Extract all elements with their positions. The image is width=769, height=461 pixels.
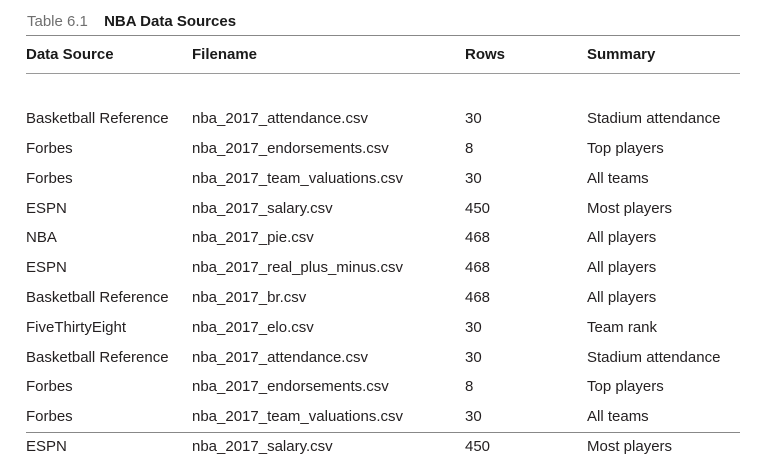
cell-filename: nba_2017_pie.csv [192, 229, 314, 247]
data-sources-table: Data Source Filename Rows Summary Basket… [26, 46, 740, 461]
table-row: Forbes nba_2017_endorsements.csv 8 Top p… [26, 372, 740, 402]
cell-filename: nba_2017_salary.csv [192, 199, 333, 217]
cell-rows: 450 [465, 199, 491, 217]
table-row: Forbes nba_2017_team_valuations.csv 30 A… [26, 163, 740, 193]
cell-summary: Stadium attendance [587, 110, 721, 128]
top-rule [26, 35, 740, 36]
cell-rows: 30 [465, 169, 482, 187]
cell-rows: 8 [465, 378, 474, 396]
cell-filename: nba_2017_salary.csv [192, 437, 333, 455]
cell-filename: nba_2017_attendance.csv [192, 348, 368, 366]
header-data-source: Data Source [26, 46, 114, 63]
table-row: FiveThirtyEight nba_2017_elo.csv 30 Team… [26, 312, 740, 342]
cell-rows: 30 [465, 318, 482, 336]
cell-data-source: ESPN [26, 199, 67, 217]
cell-data-source: Basketball Reference [26, 110, 169, 128]
table-row: NBA nba_2017_pie.csv 468 All players [26, 223, 740, 253]
table-row: ESPN nba_2017_salary.csv 450 Most player… [26, 432, 740, 461]
cell-filename: nba_2017_team_valuations.csv [192, 408, 403, 426]
header-row: Data Source Filename Rows Summary [26, 46, 740, 74]
cell-rows: 30 [465, 408, 482, 426]
cell-summary: Top players [587, 139, 664, 157]
cell-rows: 468 [465, 288, 491, 306]
table-row: Basketball Reference nba_2017_br.csv 468… [26, 283, 740, 313]
cell-data-source: ESPN [26, 437, 67, 455]
cell-data-source: Forbes [26, 139, 73, 157]
header-summary: Summary [587, 46, 656, 63]
table-row: Basketball Reference nba_2017_attendance… [26, 104, 740, 134]
cell-data-source: NBA [26, 229, 57, 247]
cell-summary: Most players [587, 437, 673, 455]
header-filename: Filename [192, 46, 258, 63]
cell-summary: Most players [587, 199, 673, 217]
table-title: NBA Data Sources [104, 13, 237, 30]
cell-summary: All players [587, 288, 657, 306]
table-number: Table 6.1 [27, 13, 88, 30]
header-rows: Rows [465, 46, 506, 63]
cell-filename: nba_2017_team_valuations.csv [192, 169, 403, 187]
table-row: Basketball Reference nba_2017_attendance… [26, 342, 740, 372]
table-row: Forbes nba_2017_endorsements.csv 8 Top p… [26, 134, 740, 164]
cell-summary: Stadium attendance [587, 348, 721, 366]
table-row: Forbes nba_2017_team_valuations.csv 30 A… [26, 402, 740, 432]
cell-summary: All teams [587, 408, 649, 426]
cell-rows: 450 [465, 437, 491, 455]
cell-data-source: Forbes [26, 169, 73, 187]
cell-filename: nba_2017_endorsements.csv [192, 378, 389, 396]
header-spacer [26, 74, 740, 104]
table-figure: Table 6.1 NBA Data Sources Data Source F… [0, 0, 769, 455]
cell-summary: All teams [587, 169, 649, 187]
cell-data-source: FiveThirtyEight [26, 318, 127, 336]
cell-summary: Team rank [587, 318, 658, 336]
cell-data-source: ESPN [26, 259, 67, 277]
cell-data-source: Forbes [26, 408, 73, 426]
cell-data-source: Basketball Reference [26, 288, 169, 306]
cell-rows: 468 [465, 229, 491, 247]
cell-filename: nba_2017_real_plus_minus.csv [192, 259, 403, 277]
cell-filename: nba_2017_br.csv [192, 288, 307, 306]
cell-data-source: Basketball Reference [26, 348, 169, 366]
cell-filename: nba_2017_attendance.csv [192, 110, 368, 128]
cell-summary: Top players [587, 378, 664, 396]
cell-summary: All players [587, 259, 657, 277]
cell-filename: nba_2017_endorsements.csv [192, 139, 389, 157]
cell-rows: 468 [465, 259, 491, 277]
cell-rows: 8 [465, 139, 474, 157]
table-row: ESPN nba_2017_real_plus_minus.csv 468 Al… [26, 253, 740, 283]
table-caption: Table 6.1 NBA Data Sources [27, 12, 236, 32]
cell-rows: 30 [465, 348, 482, 366]
cell-summary: All players [587, 229, 657, 247]
cell-rows: 30 [465, 110, 482, 128]
cell-filename: nba_2017_elo.csv [192, 318, 314, 336]
cell-data-source: Forbes [26, 378, 73, 396]
table-row: ESPN nba_2017_salary.csv 450 Most player… [26, 193, 740, 223]
